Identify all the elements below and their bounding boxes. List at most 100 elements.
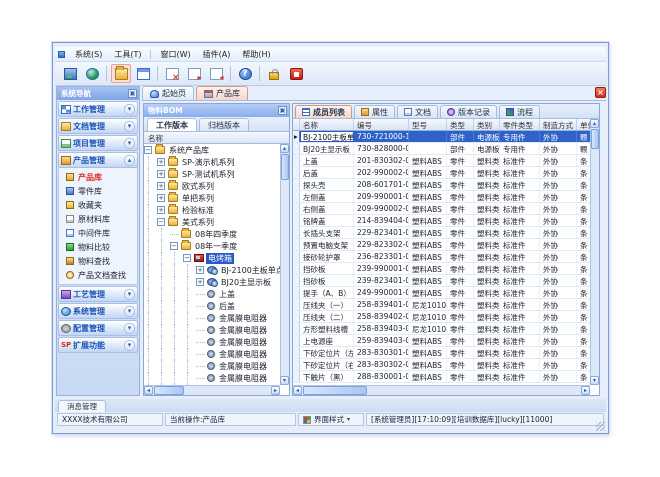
sidebar-group-2[interactable]: 文档管理▾: [58, 118, 138, 134]
cell[interactable]: [409, 143, 447, 154]
expand-icon[interactable]: +: [157, 182, 165, 190]
lock-button[interactable]: [264, 64, 284, 83]
chevron-down-icon[interactable]: ▾: [124, 289, 135, 300]
cell[interactable]: 条: [577, 155, 590, 166]
cell[interactable]: 标准件: [500, 275, 540, 286]
cell[interactable]: 零件: [447, 371, 474, 382]
chevron-up-icon[interactable]: ▴: [124, 155, 135, 166]
cell[interactable]: 条: [577, 263, 590, 274]
cell[interactable]: 外协: [540, 371, 577, 382]
cell[interactable]: 左侧盖: [300, 191, 354, 202]
table-row[interactable]: 下触片（黑）288-830001-00I塑料ABS零件塑料类标准件外协条: [293, 371, 590, 383]
cell[interactable]: 条: [577, 335, 590, 346]
cell[interactable]: 标准件: [500, 179, 540, 190]
tree-vertical-scrollbar[interactable]: ▴ ▾: [280, 144, 289, 385]
cell[interactable]: 201-830302-00I: [354, 155, 409, 166]
expand-icon[interactable]: +: [157, 194, 165, 202]
table-vertical-scrollbar[interactable]: ▴ ▾: [590, 119, 599, 385]
doc-import-button[interactable]: [206, 64, 226, 83]
tree-node[interactable]: 金属膜电阻器: [144, 312, 280, 324]
cell[interactable]: 标准件: [500, 359, 540, 370]
table-row[interactable]: 后盖202-990002-01I塑料ABS零件塑料类标准件外协条: [293, 167, 590, 179]
cell[interactable]: 塑料ABS: [409, 263, 447, 274]
column-header-6[interactable]: 零件类型: [500, 119, 540, 130]
cell[interactable]: 塑料ABS: [409, 347, 447, 358]
table-row[interactable]: 上电源座259-839403-00I塑料ABS零件塑料类标准件外协条: [293, 335, 590, 347]
cell[interactable]: 专用件: [500, 143, 540, 154]
cell[interactable]: 颗: [577, 131, 590, 142]
cell[interactable]: 尼龙1010: [409, 311, 447, 322]
cell[interactable]: 标准件: [500, 251, 540, 262]
expand-icon[interactable]: +: [157, 158, 165, 166]
cell[interactable]: 挡砂板: [300, 263, 354, 274]
cell[interactable]: 塑料类: [474, 275, 500, 286]
cell[interactable]: 条: [577, 227, 590, 238]
cell[interactable]: 条: [577, 347, 590, 358]
chevron-down-icon[interactable]: ▾: [124, 340, 135, 351]
cell[interactable]: 条: [577, 275, 590, 286]
tree-node[interactable]: +SP-演示机系列: [144, 156, 280, 168]
cell[interactable]: 塑料ABS: [409, 203, 447, 214]
table-vscroll-thumb[interactable]: [591, 129, 599, 149]
table-row[interactable]: 挡砂板239-823401-00I塑料ABS零件塑料类标准件外协条: [293, 275, 590, 287]
cell[interactable]: 外协: [540, 179, 577, 190]
cell[interactable]: 标准件: [500, 215, 540, 226]
cell[interactable]: 标准件: [500, 263, 540, 274]
cell[interactable]: 方形塑料线槽: [300, 323, 354, 334]
cell[interactable]: 外协: [540, 323, 577, 334]
cell[interactable]: 标准件: [500, 347, 540, 358]
cell[interactable]: 零件: [447, 191, 474, 202]
cell[interactable]: 塑料类: [474, 227, 500, 238]
cell[interactable]: 长插头支架: [300, 227, 354, 238]
menu-item-4[interactable]: 插件(A): [197, 48, 237, 61]
cell[interactable]: 外协: [540, 203, 577, 214]
cell[interactable]: 预置电脑支架: [300, 239, 354, 250]
cell[interactable]: 外协: [540, 191, 577, 202]
cell[interactable]: 229-823302-00I: [354, 239, 409, 250]
cell[interactable]: 上盖: [300, 155, 354, 166]
cell[interactable]: 部件: [447, 131, 474, 142]
expand-icon[interactable]: +: [157, 170, 165, 178]
version-tab-2[interactable]: 归档版本: [199, 118, 249, 131]
tree-node[interactable]: +单把系列: [144, 192, 280, 204]
chevron-down-icon[interactable]: ▾: [124, 138, 135, 149]
doc-export-button[interactable]: [184, 64, 204, 83]
sidebar-group-7[interactable]: 配置管理▾: [58, 320, 138, 336]
cell[interactable]: 条: [577, 203, 590, 214]
cell[interactable]: 标准件: [500, 203, 540, 214]
cell[interactable]: 零件: [447, 239, 474, 250]
sidebar-group-5[interactable]: 工艺管理▾: [58, 286, 138, 302]
cell[interactable]: 外协: [540, 131, 577, 142]
tab-1-list[interactable]: 成员列表: [295, 105, 352, 118]
cell[interactable]: 零件: [447, 179, 474, 190]
tree-node[interactable]: +BJ-2100主板单点: [144, 264, 280, 276]
cell[interactable]: 外协: [540, 347, 577, 358]
cell[interactable]: 压线夹（一）: [300, 299, 354, 310]
tree-node[interactable]: 金属膜电阻器: [144, 336, 280, 348]
sidebar-item-6[interactable]: 物料比较: [59, 240, 137, 254]
tree-node[interactable]: −美式系列: [144, 216, 280, 228]
column-header-3[interactable]: 型号: [409, 119, 447, 130]
cell[interactable]: 探头壳: [300, 179, 354, 190]
column-header-1[interactable]: 名称: [300, 119, 354, 130]
table-row[interactable]: 接砂轮护罩236-823301-00I塑料ABS零件塑料类标准件外协条: [293, 251, 590, 263]
cell[interactable]: 下砂定位片（左）: [300, 347, 354, 358]
table-row[interactable]: 探头壳208-601701-01I塑料ABS零件塑料类标准件外协条: [293, 179, 590, 191]
cell[interactable]: 标准件: [500, 155, 540, 166]
table-row[interactable]: 下砂定位片（左）283-830301-00I塑料ABS零件塑料类标准件外协条: [293, 347, 590, 359]
cell[interactable]: 标准件: [500, 239, 540, 250]
cell[interactable]: 接砂轮护罩: [300, 251, 354, 262]
cell[interactable]: 外协: [540, 239, 577, 250]
tree-node[interactable]: −电烤箱: [144, 252, 280, 264]
cell[interactable]: [409, 131, 447, 142]
close-tab-icon[interactable]: ×: [595, 87, 606, 98]
sidebar-item-7[interactable]: 物料查找: [59, 254, 137, 268]
table-row[interactable]: 上盖201-830302-00I塑料ABS零件塑料类标准件外协条: [293, 155, 590, 167]
cell[interactable]: 标准件: [500, 335, 540, 346]
cell[interactable]: 零件: [447, 215, 474, 226]
cell[interactable]: 条: [577, 311, 590, 322]
cell[interactable]: 标准件: [500, 371, 540, 382]
cell[interactable]: 塑料类: [474, 191, 500, 202]
sidebar-item-3[interactable]: 收藏夹: [59, 198, 137, 212]
tree-node[interactable]: +检验标准: [144, 204, 280, 216]
